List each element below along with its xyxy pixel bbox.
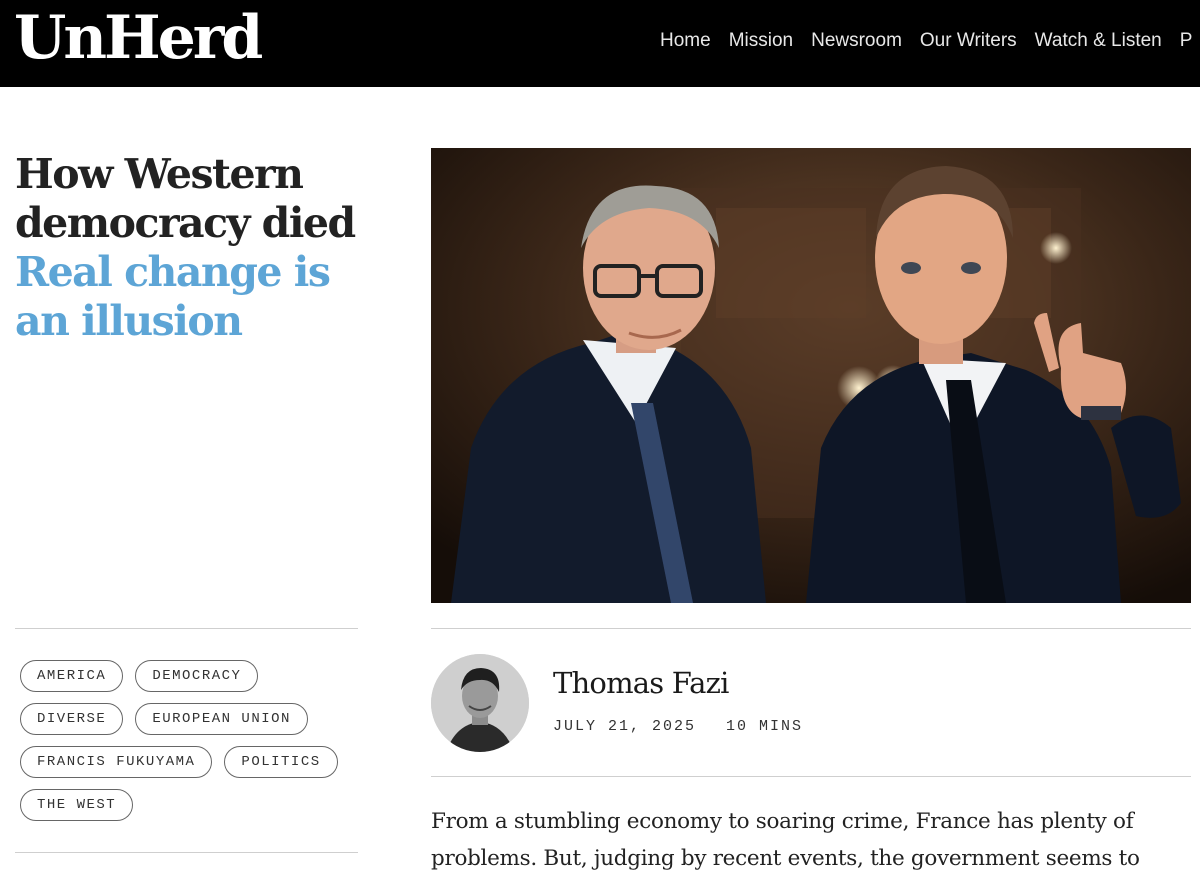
hero-image xyxy=(431,148,1191,603)
article-divider-top xyxy=(431,628,1191,629)
tag-politics[interactable]: POLITICS xyxy=(224,746,338,778)
left-divider-top xyxy=(15,628,358,629)
article-meta: JULY 21, 2025 10 MINS xyxy=(553,718,803,735)
site-header: UnHerd Home Mission Newsroom Our Writers… xyxy=(0,0,1200,87)
avatar-illustration xyxy=(431,654,529,752)
nav-item-our-writers[interactable]: Our Writers xyxy=(920,30,1017,52)
main-nav: Home Mission Newsroom Our Writers Watch … xyxy=(660,30,1200,52)
author-avatar[interactable] xyxy=(431,654,529,752)
tag-diverse[interactable]: DIVERSE xyxy=(20,703,124,735)
tag-the-west[interactable]: THE WEST xyxy=(20,789,134,821)
article-title: How Western democracy died xyxy=(15,150,356,247)
tag-america[interactable]: AMERICA xyxy=(20,660,124,692)
site-logo[interactable]: UnHerd xyxy=(14,2,263,74)
publish-date: JULY 21, 2025 xyxy=(553,718,697,735)
author-name[interactable]: Thomas Fazi xyxy=(553,666,729,700)
article-body-paragraph: From a stumbling economy to soaring crim… xyxy=(431,809,1140,871)
tag-list: AMERICA DEMOCRACY DIVERSE EUROPEAN UNION… xyxy=(20,660,360,821)
tag-democracy[interactable]: DEMOCRACY xyxy=(135,660,259,692)
nav-item-newsroom[interactable]: Newsroom xyxy=(811,30,902,52)
nav-item-truncated[interactable]: P xyxy=(1180,30,1193,52)
read-time: 10 MINS xyxy=(726,718,804,735)
article-subtitle: Real change is an illusion xyxy=(15,248,331,345)
nav-item-watch-listen[interactable]: Watch & Listen xyxy=(1035,30,1162,52)
nav-item-mission[interactable]: Mission xyxy=(729,30,793,52)
article-headline: How Western democracy died Real change i… xyxy=(15,150,365,346)
tag-european-union[interactable]: EUROPEAN UNION xyxy=(135,703,308,735)
tag-francis-fukuyama[interactable]: FRANCIS FUKUYAMA xyxy=(20,746,213,778)
hero-illustration xyxy=(431,148,1191,603)
left-divider-bottom xyxy=(15,852,358,853)
nav-item-home[interactable]: Home xyxy=(660,30,711,52)
article-divider-bottom xyxy=(431,776,1191,777)
